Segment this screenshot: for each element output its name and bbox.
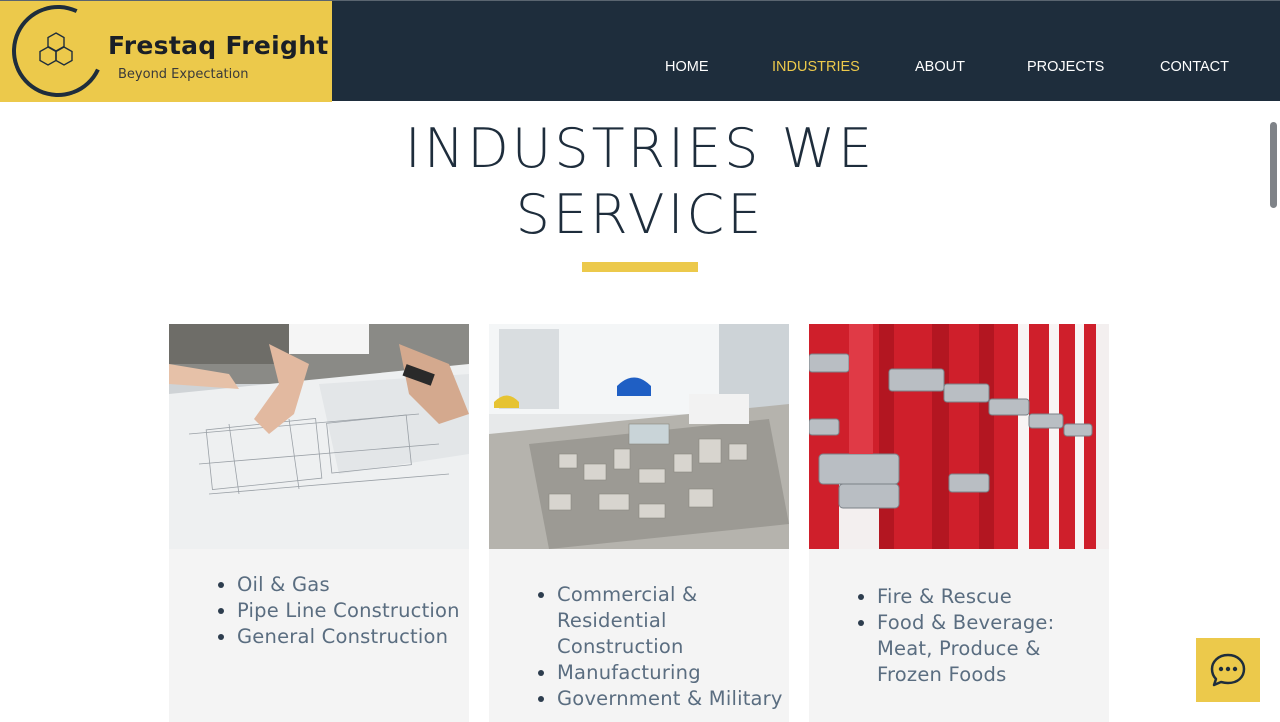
- industry-list-2: Commercial & Residential Construction Ma…: [537, 582, 797, 712]
- chat-button[interactable]: [1196, 638, 1260, 702]
- fire-hoses-photo: [809, 324, 1109, 549]
- logo[interactable]: Frestaq Freight Beyond Expectation: [0, 0, 332, 110]
- industry-list-3: Fire & Rescue Food & Beverage: Meat, Pro…: [857, 584, 1102, 688]
- list-item: Pipe Line Construction: [237, 598, 467, 624]
- list-item: General Construction: [237, 624, 467, 650]
- list-item: Food & Beverage: Meat, Produce & Frozen …: [877, 610, 1102, 688]
- page-title: INDUSTRIES WE SERVICE: [340, 116, 940, 248]
- title-underline: [582, 262, 698, 272]
- industry-card-1: Oil & Gas Pipe Line Construction General…: [169, 324, 469, 722]
- list-item: Fire & Rescue: [877, 584, 1102, 610]
- nav-about[interactable]: ABOUT: [915, 59, 965, 75]
- list-item: Manufacturing: [557, 660, 797, 686]
- list-item: Commercial & Residential Construction: [557, 582, 797, 660]
- scrollbar-thumb[interactable]: [1270, 122, 1277, 208]
- nav-contact[interactable]: CONTACT: [1160, 59, 1229, 75]
- chat-bubble-icon: [1210, 653, 1246, 687]
- architecture-model-photo: [489, 324, 789, 549]
- nav-projects[interactable]: PROJECTS: [1027, 59, 1104, 75]
- blueprint-photo: [169, 324, 469, 549]
- page-title-line2: SERVICE: [515, 183, 765, 246]
- site-header: Frestaq Freight Beyond Expectation HOME …: [0, 0, 1280, 110]
- nav-home[interactable]: HOME: [665, 59, 709, 75]
- industry-list-1: Oil & Gas Pipe Line Construction General…: [217, 572, 467, 650]
- nav-industries[interactable]: INDUSTRIES: [772, 59, 860, 75]
- list-item: Oil & Gas: [237, 572, 467, 598]
- page-title-line1: INDUSTRIES WE: [404, 117, 876, 180]
- hexagon-logo-icon: [39, 32, 73, 66]
- brand-name: Frestaq Freight: [108, 31, 329, 60]
- brand-tagline: Beyond Expectation: [118, 67, 249, 82]
- industry-card-2: Commercial & Residential Construction Ma…: [489, 324, 789, 722]
- list-item: Government & Military: [557, 686, 797, 712]
- industry-card-3: Fire & Rescue Food & Beverage: Meat, Pro…: [809, 324, 1109, 722]
